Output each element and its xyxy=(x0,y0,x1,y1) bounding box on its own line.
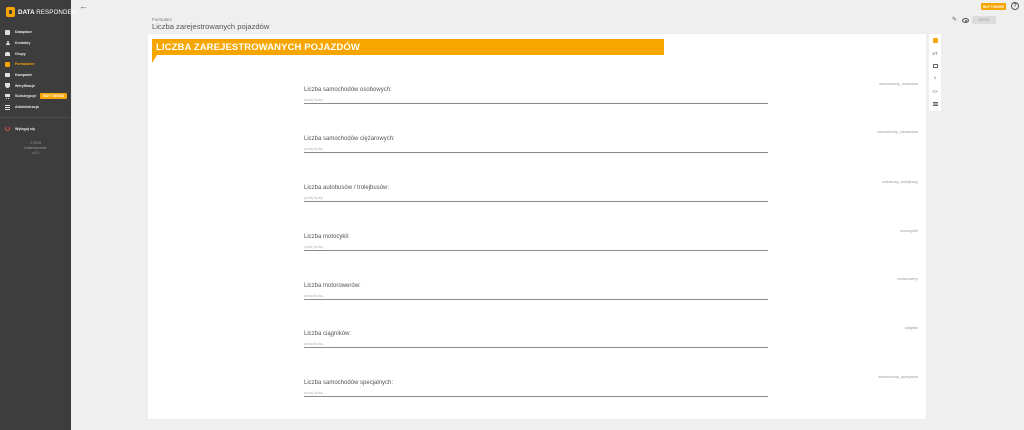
back-arrow-icon[interactable]: ← xyxy=(79,1,88,11)
save-button[interactable]: ZAPISZ xyxy=(972,16,996,24)
sidebar-divider xyxy=(0,116,71,118)
field-key: samochody_specjalne xyxy=(878,374,918,379)
logo-icon xyxy=(6,7,15,17)
form-icon xyxy=(5,61,10,67)
user-icon xyxy=(5,40,10,46)
logo-text: DATA RESPONDER xyxy=(18,8,77,16)
buy-tokens-badge[interactable]: BUY TOKENS xyxy=(40,93,68,100)
sidebar-item-groups[interactable]: Grupy xyxy=(0,48,71,59)
form-field[interactable]: Liczba motorowerów: podaj liczbę xyxy=(304,283,768,300)
field-label: Liczba ciągników: xyxy=(304,331,352,337)
side-tool-code[interactable]: <> xyxy=(929,85,941,98)
form-field[interactable]: Liczba samochodów specjalnych: podaj lic… xyxy=(304,380,768,397)
sidebar-item-campaigns[interactable]: Kampanie xyxy=(0,70,71,81)
eye-icon[interactable] xyxy=(962,18,969,23)
field-key: samochody_osobowe xyxy=(879,81,918,86)
form-field[interactable]: Liczba motocykli: podaj liczbę xyxy=(304,234,768,251)
group-icon xyxy=(5,51,10,56)
number-input[interactable]: podaj liczbę xyxy=(304,194,768,202)
dashboard-icon xyxy=(5,29,10,35)
number-input[interactable]: podaj liczbę xyxy=(304,243,768,251)
number-input[interactable]: podaj liczbę xyxy=(304,292,768,300)
list-icon xyxy=(932,101,938,107)
side-tool-upload[interactable]: ⇡ xyxy=(929,72,941,85)
field-label: Liczba samochodów osobowych: xyxy=(304,87,392,93)
sidebar-item-label: Kontakty xyxy=(15,41,31,46)
number-input[interactable]: podaj liczbę xyxy=(304,340,768,348)
pencil-icon[interactable]: ✎ xyxy=(952,16,957,24)
side-tool-list[interactable] xyxy=(929,98,941,111)
code-icon: <> xyxy=(932,89,938,95)
form-icon xyxy=(932,37,938,43)
form-field[interactable]: Liczba ciągników: podaj liczbę xyxy=(304,331,768,348)
image-icon xyxy=(932,63,938,68)
field-label: Liczba samochodów ciężarowych: xyxy=(304,136,395,142)
list-icon xyxy=(5,104,10,110)
form-field[interactable]: Liczba samochodów osobowych: podaj liczb… xyxy=(304,87,768,104)
sidebar-item-contacts[interactable]: Kontakty xyxy=(0,38,71,49)
field-key: samochody_ciezarowe xyxy=(877,129,918,134)
sidebar-item-verifications[interactable]: Weryfikacje xyxy=(0,80,71,91)
side-tool-image[interactable] xyxy=(929,60,941,73)
field-key: autobusy_trolejbusy xyxy=(882,179,918,184)
number-input[interactable]: podaj liczbę xyxy=(304,389,768,397)
form-field[interactable]: Liczba autobusów / trolejbusów: podaj li… xyxy=(304,185,768,202)
number-input[interactable]: podaj liczbę xyxy=(304,145,768,153)
version: v.5.0 xyxy=(31,150,40,155)
buy-tokens-button[interactable]: BUY TOKENS xyxy=(981,3,1006,10)
envelope-icon xyxy=(5,73,10,78)
sidebar-item-forms[interactable]: Formularze xyxy=(0,59,71,70)
field-label: Liczba samochodów specjalnych: xyxy=(304,380,394,386)
side-toolbar: aT ⇡ <> xyxy=(929,34,941,111)
help-icon[interactable]: ? xyxy=(1011,2,1019,10)
sidebar-item-label: Grupy xyxy=(15,51,26,56)
sidebar-footer: © 2019 Dataresponder v.5.0 xyxy=(0,141,71,155)
field-label: Liczba motorowerów: xyxy=(304,283,361,289)
field-key: motocykle xyxy=(899,228,918,233)
page-title: Liczba zarejestrowanych pojazdów xyxy=(152,22,270,31)
power-icon xyxy=(5,126,10,132)
logout-button[interactable]: Wyloguj się xyxy=(0,124,71,135)
number-input[interactable]: podaj liczbę xyxy=(304,96,768,104)
sidebar-item-label: Subskrypcje xyxy=(15,94,37,99)
form-canvas: LICZBA ZAREJESTROWANYCH POJAZDÓW samocho… xyxy=(148,34,926,419)
text-icon: aT xyxy=(932,50,938,56)
shield-icon xyxy=(5,83,10,89)
side-tool-form[interactable] xyxy=(929,34,941,47)
upload-icon: ⇡ xyxy=(933,75,937,81)
field-label: Liczba motocykli: xyxy=(304,234,350,240)
banner-fold xyxy=(152,55,157,63)
sidebar-item-label: Dataplace xyxy=(15,30,32,35)
cart-icon xyxy=(5,94,10,99)
sidebar-item-subscriptions[interactable]: Subskrypcje BUY TOKENS xyxy=(0,91,71,102)
sidebar-nav: Dataplace Kontakty Grupy Formularze Kamp… xyxy=(0,27,71,134)
sidebar: DATA RESPONDER Dataplace Kontakty Grupy … xyxy=(0,0,76,430)
sidebar-item-administration[interactable]: Administracja xyxy=(0,102,71,113)
sidebar-item-label: Administracja xyxy=(15,105,39,110)
sidebar-item-label: Kampanie xyxy=(15,73,33,78)
field-key: ciagniki xyxy=(904,325,918,330)
field-key: motorowery xyxy=(897,276,918,281)
form-field[interactable]: Liczba samochodów ciężarowych: podaj lic… xyxy=(304,136,768,153)
sidebar-item-label: Weryfikacje xyxy=(15,83,35,88)
sidebar-item-dataplace[interactable]: Dataplace xyxy=(0,27,71,38)
form-banner[interactable]: LICZBA ZAREJESTROWANYCH POJAZDÓW xyxy=(152,39,664,55)
logout-label: Wyloguj się xyxy=(15,126,35,131)
app-logo[interactable]: DATA RESPONDER xyxy=(6,6,76,18)
side-tool-text[interactable]: aT xyxy=(929,47,941,60)
field-label: Liczba autobusów / trolejbusów: xyxy=(304,185,390,191)
sidebar-item-label: Formularze xyxy=(15,62,35,67)
